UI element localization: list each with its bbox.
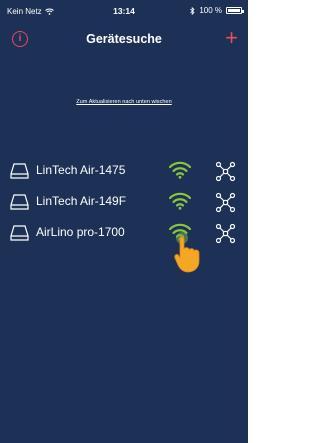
drive-icon (10, 225, 29, 241)
device-row[interactable]: AirLino pro-1700 (0, 217, 248, 248)
device-list: LinTech Air-1475 LinTech Air-149F AirLino … (0, 155, 248, 248)
network-connect-icon[interactable] (215, 192, 236, 213)
battery-icon (226, 7, 244, 14)
page-title: Gerätesuche (86, 32, 162, 46)
app-screen: Kein Netz 13:14 100 % i Gerätesuche + Zu… (0, 0, 248, 443)
device-row[interactable]: LinTech Air-1475 (0, 155, 248, 186)
tap-hand-icon (174, 232, 200, 273)
device-name: LinTech Air-1475 (36, 163, 126, 177)
status-bar: Kein Netz 13:14 100 % (0, 0, 248, 18)
nav-bar: i Gerätesuche + (0, 22, 248, 56)
network-connect-icon[interactable] (215, 161, 236, 182)
drive-icon (10, 163, 29, 179)
device-row[interactable]: LinTech Air-149F (0, 186, 248, 217)
bluetooth-icon (190, 6, 195, 15)
wifi-signal-icon (169, 161, 191, 179)
device-name: LinTech Air-149F (36, 194, 127, 208)
pull-to-refresh-hint[interactable]: Zum Aktualisieren nach unten wischen (0, 99, 248, 105)
drive-icon (10, 194, 29, 210)
wifi-signal-icon (169, 192, 191, 210)
battery-fill (228, 9, 240, 12)
battery-percent: 100 % (199, 6, 222, 15)
network-connect-icon[interactable] (215, 223, 236, 244)
status-right: 100 % (190, 6, 244, 15)
add-device-button[interactable]: + (225, 27, 238, 49)
device-name: AirLino pro-1700 (36, 225, 125, 239)
